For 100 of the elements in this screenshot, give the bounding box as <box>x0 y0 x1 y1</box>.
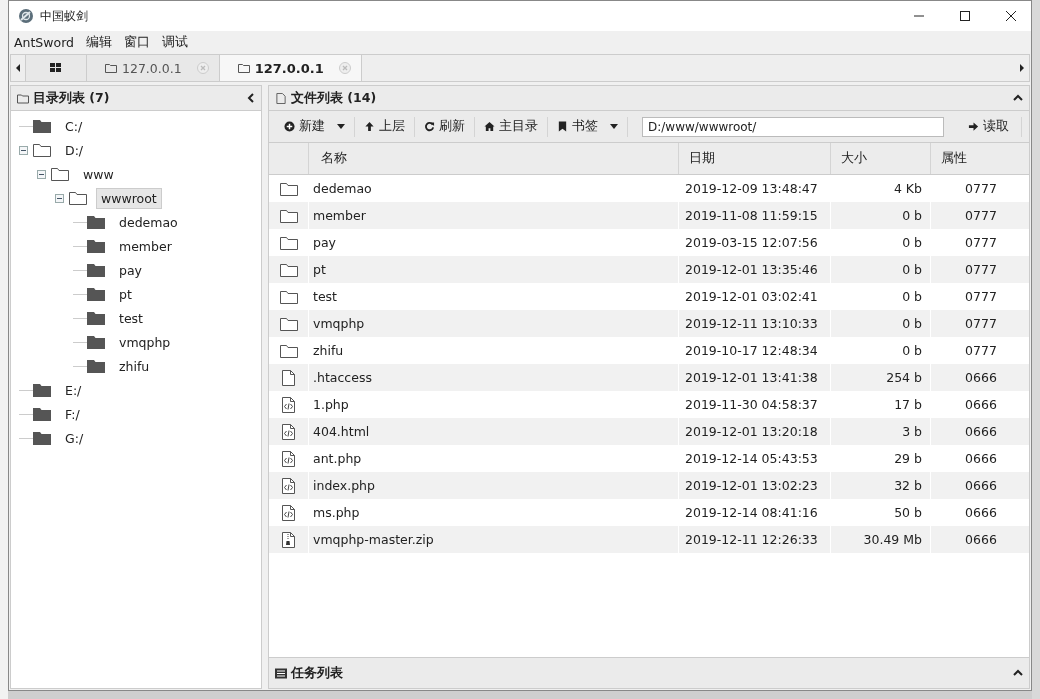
panel-title: 目录列表 (7) <box>33 89 110 107</box>
file-name-cell[interactable]: vmqphp-master.zip <box>309 526 679 553</box>
date-cell: 2019-12-01 13:20:18 <box>679 418 831 445</box>
file-name-cell[interactable]: .htaccess <box>309 364 679 391</box>
folder-icon <box>279 343 298 358</box>
size-cell: 30.49 Mb <box>831 526 931 553</box>
date-cell: 2019-12-01 13:02:23 <box>679 472 831 499</box>
arrow-right-icon <box>968 121 979 132</box>
permission-cell-text: 0777 <box>964 180 998 198</box>
file-name-cell[interactable]: member <box>309 202 679 229</box>
size-cell: 0 b <box>831 256 931 283</box>
folder-icon <box>69 191 87 205</box>
folder-icon <box>87 311 105 325</box>
menu-item[interactable]: AntSword <box>14 34 75 50</box>
column-header[interactable]: 名称 <box>309 143 679 174</box>
tab[interactable]: 127.0.0.1 <box>218 55 361 81</box>
menu-item[interactable]: 窗口 <box>124 33 151 51</box>
tab-label: 127.0.0.1 <box>122 60 182 76</box>
folder-icon <box>33 383 51 397</box>
tree-item[interactable]: G:/ <box>60 427 89 449</box>
permission-cell-text: 0666 <box>964 369 998 387</box>
menu-item[interactable]: 调试 <box>162 33 189 51</box>
column-header[interactable]: 属性 <box>931 143 1029 174</box>
read-button[interactable]: 读取 <box>954 114 1021 139</box>
tree-item[interactable]: www <box>78 163 119 185</box>
code-file-icon <box>282 396 295 413</box>
refresh-icon <box>424 121 435 132</box>
folder-icon <box>87 359 105 373</box>
collapse-toggle-icon[interactable] <box>55 193 64 203</box>
size-cell: 0 b <box>831 202 931 229</box>
folder-icon <box>279 235 298 250</box>
folder-icon <box>87 239 105 253</box>
tab-label: 127.0.0.1 <box>254 60 324 76</box>
size-cell: 3 b <box>831 418 931 445</box>
folder-icon <box>279 262 298 277</box>
bookmark-icon <box>557 121 568 132</box>
toolbar-button[interactable]: 新建 <box>275 114 354 139</box>
collapse-toggle-icon[interactable] <box>37 169 46 179</box>
maximize-icon[interactable] <box>959 10 971 22</box>
date-cell: 2019-11-08 11:59:15 <box>679 202 831 229</box>
permission-cell-text: 0777 <box>964 342 998 360</box>
collapse-toggle-icon[interactable] <box>19 145 28 155</box>
tree-item[interactable]: C:/ <box>60 115 88 137</box>
tree-item[interactable]: zhifu <box>114 355 155 377</box>
close-icon[interactable] <box>1005 10 1017 22</box>
permission-cell-text: 0777 <box>964 315 998 333</box>
caret-icon <box>610 124 618 129</box>
collapse-icon[interactable] <box>1013 94 1023 102</box>
folder-icon <box>33 431 51 445</box>
toolbar-button[interactable]: 书签 <box>548 114 627 139</box>
permission-cell-text: 0666 <box>964 423 998 441</box>
tree-item[interactable]: test <box>114 307 148 329</box>
tree-item[interactable]: E:/ <box>60 379 87 401</box>
tree-item[interactable]: vmqphp <box>114 331 176 353</box>
toolbar-button[interactable]: 主目录 <box>475 114 547 139</box>
size-cell: 32 b <box>831 472 931 499</box>
permission-cell-text: 0666 <box>964 450 998 468</box>
folder-icon <box>33 143 51 157</box>
archive-file-icon <box>282 531 295 548</box>
menu-item[interactable]: 编辑 <box>86 33 113 51</box>
code-file-icon <box>282 450 295 467</box>
folder-icon <box>279 181 298 196</box>
caret-icon <box>337 124 345 129</box>
folder-icon <box>279 289 298 304</box>
tree-item[interactable]: pay <box>114 259 147 281</box>
file-name-cell[interactable]: index.php <box>309 472 679 499</box>
folder-icon <box>51 167 69 181</box>
permission-cell-text: 0777 <box>964 261 998 279</box>
tab[interactable]: 127.0.0.1 <box>86 55 219 81</box>
tree-item[interactable]: D:/ <box>60 139 89 161</box>
toolbar-button[interactable]: 刷新 <box>415 114 474 139</box>
code-file-icon <box>282 477 295 494</box>
expand-icon[interactable] <box>1013 669 1023 677</box>
tab[interactable] <box>25 55 86 81</box>
path-field[interactable]: D:/www/wwwroot/ <box>642 116 944 137</box>
size-cell: 254 b <box>831 364 931 391</box>
file-name-cell[interactable]: 404.html <box>309 418 679 445</box>
column-header[interactable]: 大小 <box>831 143 931 174</box>
date-cell: 2019-12-01 13:41:38 <box>679 364 831 391</box>
tree-item[interactable]: wwwroot <box>96 187 162 209</box>
app-logo-icon <box>18 8 34 24</box>
tree-item[interactable]: F:/ <box>60 403 85 425</box>
permission-cell-text: 0777 <box>964 288 998 306</box>
tree-item[interactable]: dedemao <box>114 211 183 233</box>
tree-item[interactable]: pt <box>114 283 137 305</box>
folder-icon <box>33 119 51 133</box>
date-cell: 2019-12-11 12:26:33 <box>679 526 831 553</box>
file-name-cell[interactable]: pt <box>309 256 679 283</box>
folder-icon <box>105 63 117 73</box>
folder-icon <box>87 215 105 229</box>
permission-cell-text: 0666 <box>964 504 998 522</box>
date-cell: 2019-12-01 13:35:46 <box>679 256 831 283</box>
collapse-icon[interactable] <box>247 93 255 103</box>
folder-icon <box>17 92 29 104</box>
file-name-cell[interactable]: vmqphp <box>309 310 679 337</box>
tree-item[interactable]: member <box>114 235 177 257</box>
column-header[interactable]: 日期 <box>679 143 831 174</box>
size-cell: 0 b <box>831 310 931 337</box>
folder-icon <box>87 287 105 301</box>
toolbar-button[interactable]: 上层 <box>355 114 414 139</box>
